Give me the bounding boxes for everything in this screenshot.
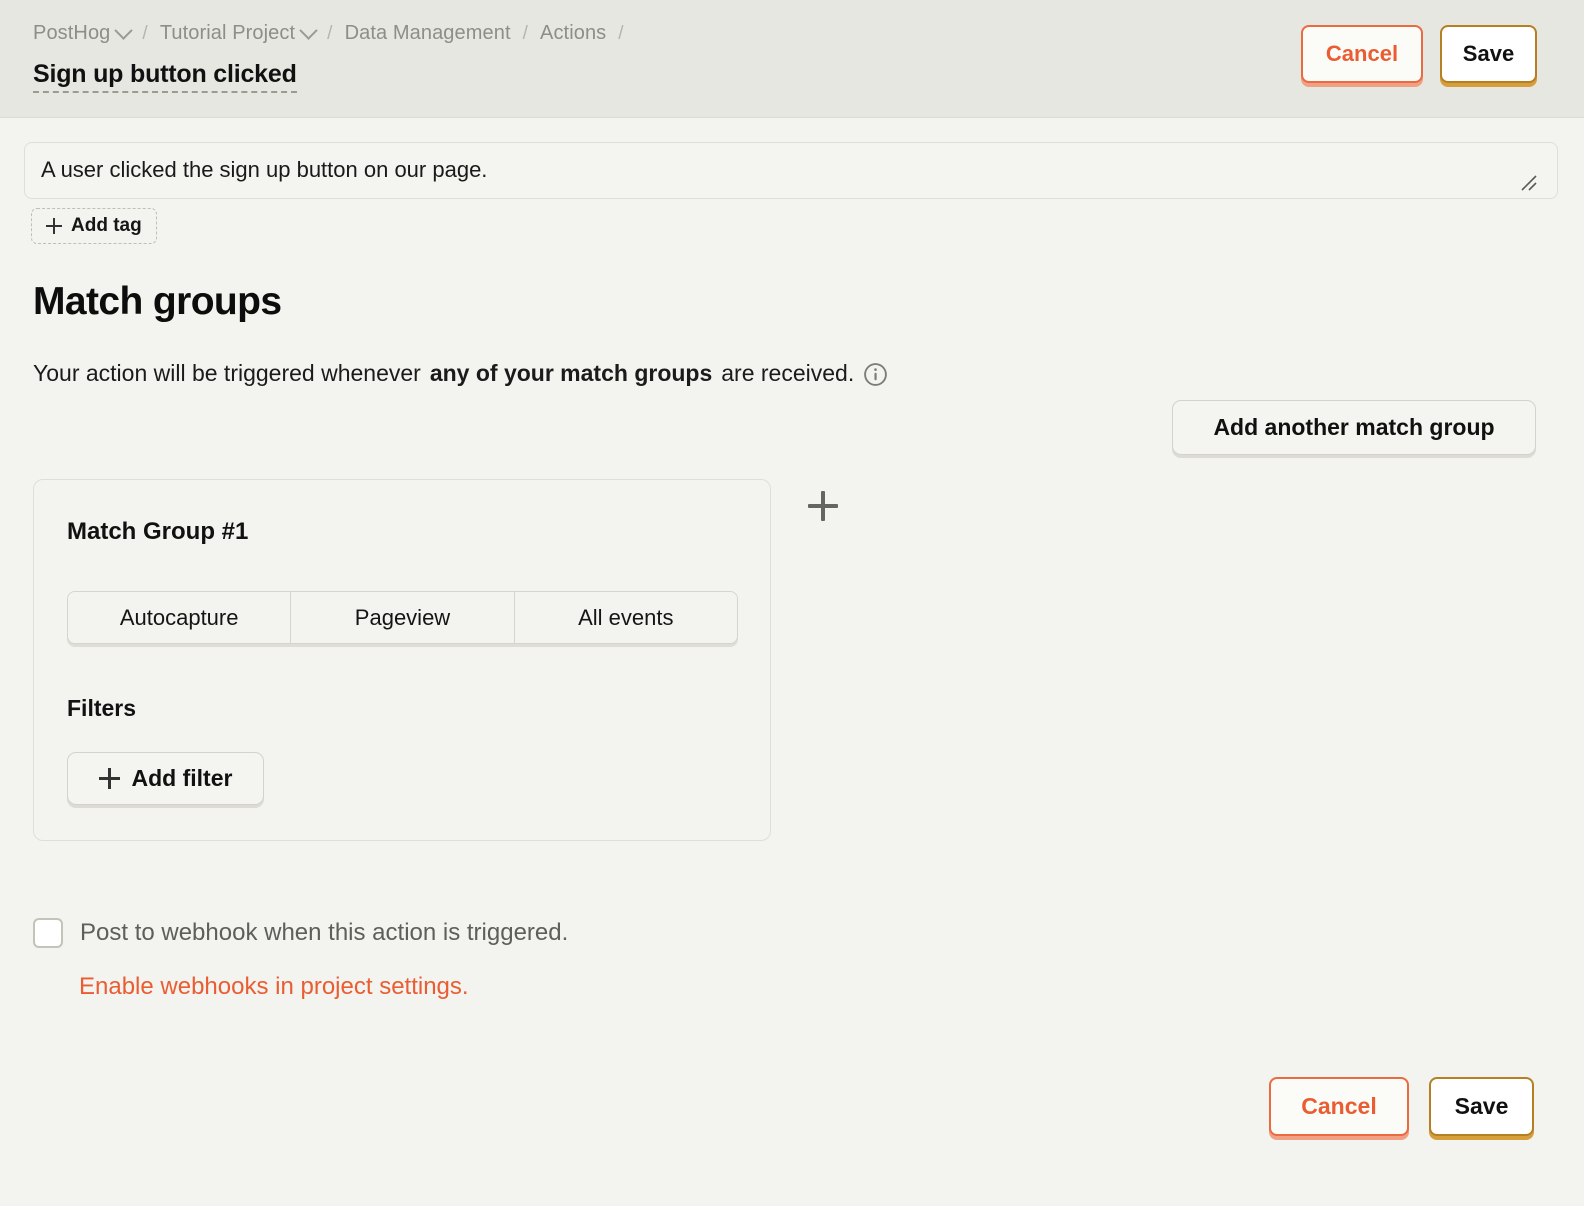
segment-all-events[interactable]: All events bbox=[514, 592, 737, 643]
filters-label: Filters bbox=[67, 695, 137, 721]
match-groups-description: Your action will be triggered whenever a… bbox=[33, 360, 888, 387]
page-title[interactable]: Sign up button clicked bbox=[33, 61, 297, 94]
breadcrumb-separator: / bbox=[618, 22, 624, 44]
event-type-segmented-control[interactable]: Autocapture Pageview All events bbox=[67, 591, 738, 644]
add-filter-button[interactable]: Add filter bbox=[67, 752, 264, 805]
footer-cancel-button[interactable]: Cancel bbox=[1269, 1077, 1409, 1136]
match-groups-description-prefix: Your action will be triggered whenever bbox=[33, 360, 421, 386]
breadcrumb-separator: / bbox=[142, 22, 148, 44]
breadcrumb-item-data-management[interactable]: Data Management bbox=[345, 22, 511, 45]
footer-save-button[interactable]: Save bbox=[1429, 1077, 1534, 1136]
match-groups-description-suffix: are received. bbox=[721, 360, 855, 386]
add-match-group-plus-icon[interactable] bbox=[808, 491, 838, 521]
info-circle-icon[interactable] bbox=[863, 362, 888, 387]
breadcrumb-label: Actions bbox=[540, 22, 607, 44]
breadcrumb-item-posthog[interactable]: PostHog bbox=[33, 21, 134, 45]
header-save-button[interactable]: Save bbox=[1440, 25, 1537, 83]
breadcrumb-label: PostHog bbox=[33, 22, 111, 44]
plus-icon bbox=[46, 218, 62, 234]
add-another-match-group-button[interactable]: Add another match group bbox=[1172, 400, 1536, 455]
breadcrumb-item-actions[interactable]: Actions bbox=[540, 22, 606, 45]
enable-webhooks-link[interactable]: Enable webhooks in project settings. bbox=[79, 973, 469, 1001]
chevron-down-icon bbox=[114, 21, 134, 40]
match-group-title: Match Group #1 bbox=[67, 518, 249, 545]
chevron-down-icon bbox=[299, 21, 318, 40]
match-groups-description-emphasis: any of your match groups bbox=[429, 360, 713, 386]
description-input[interactable] bbox=[24, 142, 1558, 199]
match-groups-heading: Match groups bbox=[33, 280, 282, 323]
breadcrumb: PostHog / Tutorial Project / Data Manage… bbox=[33, 21, 636, 45]
breadcrumb-separator: / bbox=[522, 22, 528, 44]
breadcrumb-label: Data Management bbox=[344, 22, 511, 44]
breadcrumb-separator: / bbox=[327, 22, 333, 44]
header-cancel-button[interactable]: Cancel bbox=[1301, 25, 1423, 83]
page-header: PostHog / Tutorial Project / Data Manage… bbox=[0, 0, 1584, 118]
add-tag-label: Add tag bbox=[71, 215, 142, 236]
post-to-webhook-label: Post to webhook when this action is trig… bbox=[80, 919, 569, 946]
post-to-webhook-checkbox[interactable] bbox=[33, 918, 63, 948]
plus-icon bbox=[98, 768, 120, 789]
webhook-row: Post to webhook when this action is trig… bbox=[33, 918, 568, 948]
breadcrumb-item-tutorial-project[interactable]: Tutorial Project bbox=[159, 21, 318, 45]
segment-autocapture[interactable]: Autocapture bbox=[68, 592, 292, 643]
segment-pageview[interactable]: Pageview bbox=[291, 592, 515, 643]
breadcrumb-label: Tutorial Project bbox=[159, 22, 296, 44]
add-tag-button[interactable]: Add tag bbox=[31, 208, 157, 244]
add-filter-label: Add filter bbox=[131, 765, 233, 791]
